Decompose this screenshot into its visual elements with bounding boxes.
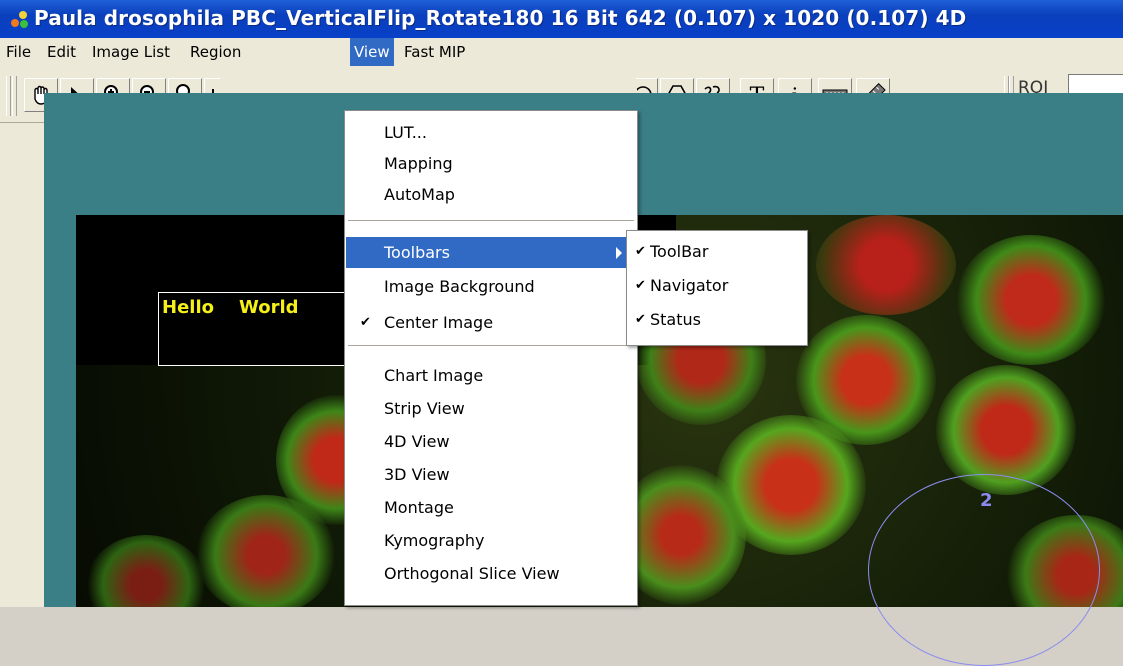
cell-blob: [86, 535, 206, 607]
menu-bar: File Edit Image List Region View Fast MI…: [0, 38, 1123, 67]
menu-region[interactable]: Region: [186, 38, 245, 66]
menu-image-list[interactable]: Image List: [88, 38, 174, 66]
submenu-item-toolbar[interactable]: ✔ ToolBar: [628, 235, 806, 269]
submenu-arrow-icon: [616, 247, 622, 259]
menu-item-center-image[interactable]: ✔ Center Image: [346, 307, 636, 338]
menu-item-4d-view[interactable]: 4D View: [346, 426, 636, 457]
menu-edit[interactable]: Edit: [43, 38, 80, 66]
circle-roi-number: 2: [980, 490, 993, 511]
menu-fast-mip[interactable]: Fast MIP: [400, 38, 469, 66]
menu-item-automap[interactable]: AutoMap: [346, 179, 636, 210]
toolbar-grip[interactable]: [6, 76, 11, 116]
text-roi-label: Hello World: [162, 297, 299, 318]
checkmark-icon: ✔: [635, 244, 646, 259]
submenu-item-status[interactable]: ✔ Status: [628, 303, 806, 337]
checkmark-icon: ✔: [635, 278, 646, 293]
view-menu-dropdown: LUT... Mapping AutoMap Toolbars Image Ba…: [344, 110, 638, 606]
toolbar-grip[interactable]: [12, 76, 17, 116]
cell-blob: [956, 235, 1106, 365]
menu-item-chart-image[interactable]: Chart Image: [346, 360, 636, 391]
cell-blob: [196, 495, 336, 607]
submenu-item-navigator[interactable]: ✔ Navigator: [628, 269, 806, 303]
menu-item-orthogonal-slice-view[interactable]: Orthogonal Slice View: [346, 558, 636, 589]
app-icon: [11, 11, 29, 29]
toolbars-submenu: ✔ ToolBar ✔ Navigator ✔ Status: [626, 230, 808, 346]
cell-blob: [816, 215, 956, 315]
menu-item-strip-view[interactable]: Strip View: [346, 393, 636, 424]
menu-item-kymography[interactable]: Kymography: [346, 525, 636, 556]
window-title: Paula drosophila PBC_VerticalFlip_Rotate…: [34, 6, 967, 30]
menu-item-image-background[interactable]: Image Background: [346, 271, 636, 302]
menu-item-lut[interactable]: LUT...: [346, 117, 636, 148]
title-bar: Paula drosophila PBC_VerticalFlip_Rotate…: [0, 0, 1123, 38]
menu-item-toolbars[interactable]: Toolbars: [346, 237, 636, 268]
menu-file[interactable]: File: [2, 38, 35, 66]
menu-separator: [348, 220, 634, 221]
menu-view[interactable]: View: [350, 38, 394, 66]
menu-separator: [348, 345, 634, 346]
menu-item-3d-view[interactable]: 3D View: [346, 459, 636, 490]
menu-item-montage[interactable]: Montage: [346, 492, 636, 523]
menu-item-mapping[interactable]: Mapping: [346, 148, 636, 179]
checkmark-icon: ✔: [360, 315, 371, 330]
checkmark-icon: ✔: [635, 312, 646, 327]
